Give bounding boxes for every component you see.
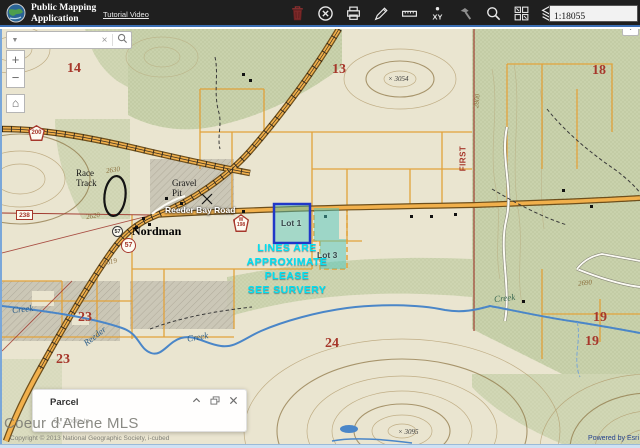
toolbar-icons: XY [289,5,558,22]
panel-popout-icon[interactable] [210,396,220,407]
tutorial-video-link[interactable]: Tutorial Video [103,10,149,19]
overview-grid-icon[interactable] [513,5,530,22]
public-mapping-application: Public Mapping Application Tutorial Vide… [0,0,640,448]
print-icon[interactable] [345,5,362,22]
scale-input[interactable] [550,10,637,25]
zoom-in-button[interactable]: + [6,50,25,69]
xy-coordinates-icon[interactable]: XY [429,5,446,22]
measure-icon[interactable] [401,5,418,22]
delete-icon[interactable] [289,5,306,22]
parcel-panel: Parcel Zoom to [32,389,247,432]
highway-shield-57: 57 [121,238,136,253]
app-logo-globe-icon [6,3,26,23]
lot-1-parcel[interactable] [274,204,310,243]
svg-text:XY: XY [433,12,443,21]
map-canvas[interactable]: 14 13 18 23 23 24 19 19 × 3054 × 3095 26… [0,29,640,444]
zoom-out-button[interactable]: − [6,69,25,88]
scale-input-box [549,5,638,22]
zoom-controls: + − [6,50,25,88]
close-circle-icon[interactable] [317,5,334,22]
search-icon[interactable] [485,5,502,22]
toolbar: Public Mapping Application Tutorial Vide… [0,0,640,27]
panel-collapse-icon[interactable] [192,396,201,407]
highway-shield-238: 238 [16,210,33,220]
window-edge [0,444,640,448]
powered-by-esri-link[interactable]: Powered by Esri [588,435,639,442]
collapse-panel-tab[interactable]: ∨ [622,29,639,36]
tools-icon[interactable] [457,5,474,22]
search-box: ▼ × [6,31,132,49]
draw-icon[interactable] [373,5,390,22]
zoom-to-link[interactable]: Zoom to [53,417,90,425]
panel-close-icon[interactable] [229,396,238,407]
highway-shield-57-small: 57 [112,226,123,237]
topo-basemap [2,29,640,444]
search-clear-icon[interactable]: × [97,35,112,46]
search-submit-icon[interactable] [113,31,131,49]
parcel-panel-title: Parcel [50,397,79,408]
copyright-attribution: Copyright © 2013 National Geographic Soc… [10,435,169,442]
search-dropdown-icon[interactable]: ▼ [7,37,23,44]
app-title: Public Mapping Application [31,3,96,24]
zoom-to-magnifier-icon [53,417,61,425]
search-input[interactable] [23,36,97,45]
home-extent-button[interactable]: ⌂ [6,94,25,113]
